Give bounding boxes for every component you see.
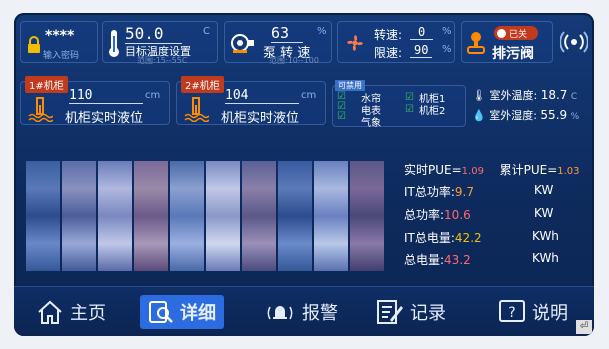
cabinet2-label: 机柜实时液位 [221,111,300,126]
enable-check-column: ☑ ☑ ☑ [337,91,346,122]
total-pue-label: 累计PUE= [499,163,558,177]
password-stars: **** [45,28,75,44]
enable-panel: 可禁用 ☑ ☑ ☑ 水帘 电表 气象 ☑ ☑ 机柜1 机柜2 [332,80,466,129]
pump-icon [231,34,254,53]
outdoor-hum-value: 55.9 [540,108,568,122]
drain-valve-toggle[interactable]: 已关 [494,26,538,40]
fan-panel[interactable]: 转速: 0 % 限速: 90 % [337,21,455,63]
hmi-screen: **** 输入密码 50.0 C 目标温度设置 范围:15--55C 63 % … [14,13,594,336]
cabinet2-tag: 2#机柜 [181,76,224,93]
nav-record[interactable]: 记录 [376,295,446,329]
nav-home[interactable]: 主页 [36,295,106,329]
humidity-icon: 💧 [472,109,486,122]
nav-help[interactable]: ? 说明 [498,295,568,329]
total-power-unit: KW [534,206,554,220]
total-energy-value: 43.2 [444,253,471,267]
fan-limit-label: 限速: [374,46,403,60]
fan-limit-unit: % [442,44,452,55]
total-power-row: 总功率:10.6 KW [404,206,590,228]
password-label: 输入密码 [43,51,80,61]
valve-icon [467,32,485,54]
nav-detail[interactable]: 详细 [140,295,224,329]
outdoor-temp-value: 18.7 [540,88,568,102]
level-icon [28,97,53,122]
it-power-row: IT总功率:9.7 KW [404,183,590,205]
it-energy-label: IT总电量: [404,231,455,245]
outdoor-hum-unit: % [570,112,580,122]
cabinet1-value: 110 [69,88,143,104]
cabinet1-panel: 1#机柜 110 cm 机柜实时液位 [20,76,170,126]
pump-speed-range: 范围:10--100 [269,56,319,65]
lock-icon [28,36,40,53]
fan-limit-value[interactable]: 90 [410,43,433,58]
total-power-value: 10.6 [444,208,471,222]
total-energy-row: 总电量:43.2 KWh [404,251,590,273]
total-power-label: 总功率: [404,208,445,222]
it-power-label: IT总功率: [404,185,455,199]
pixelated-region [26,161,396,271]
it-power-value: 9.7 [454,185,475,199]
cabinet1-tag: 1#机柜 [25,76,68,93]
drain-valve-label: 排污阀 [492,46,534,62]
password-panel[interactable]: **** 输入密码 [20,21,98,63]
home-icon [38,300,62,324]
cabinet2-panel: 2#机柜 104 cm 机柜实时液位 [176,76,326,126]
outdoor-temp-label: 室外温度: [489,89,538,102]
it-energy-row: IT总电量:42.2 KWh [404,229,590,251]
cabinet2-value: 104 [225,88,299,104]
enable-item-cab2[interactable]: 机柜2 [419,102,445,117]
enable-item-weather[interactable]: 气象 [361,114,381,129]
drain-valve-panel[interactable]: 已关 排污阀 [461,21,553,63]
pump-speed-value[interactable]: 63 [271,24,304,43]
magnifier-icon [149,301,173,323]
pump-speed-unit: % [317,26,327,37]
total-energy-label: 总电量: [404,253,445,267]
total-pue-value: 1.03 [557,166,580,177]
outdoor-hum-label: 室外湿度: [489,109,537,122]
it-power-unit: KW [534,183,554,197]
fan-icon [347,35,363,51]
back-corner-icon[interactable]: ⏎ [576,320,592,334]
realtime-pue-label: 实时PUE= [404,163,462,177]
cabinet1-unit: cm [145,90,161,101]
nav-alarm[interactable]: 报警 [264,295,338,329]
outdoor-temp-unit: C [570,92,578,102]
realtime-pue-value: 1.09 [461,166,484,177]
target-temp-value[interactable]: 50.0 [125,24,182,44]
toggle-knob [497,28,506,38]
thermometer-icon [109,30,119,57]
it-energy-value: 42.2 [454,231,482,245]
edit-record-icon [377,300,403,324]
fan-speed-value: 0 [410,25,434,40]
wireless-icon[interactable] [559,29,589,55]
outdoor-temp-icon: 🌡 [472,89,486,102]
bottom-nav: 主页 详细 报警 记录 ? 说明 ⏎ [14,286,594,336]
outdoor-panel: 🌡 室外温度: 18.7 C 💧 室外湿度: 55.9 % [472,85,590,127]
level-icon [184,97,209,122]
cabinet2-unit: cm [301,90,317,101]
target-temp-range: 范围:15--55C [137,56,188,65]
bell-icon [267,306,293,320]
help-icon: ? [499,300,525,322]
target-temp-panel[interactable]: 50.0 C 目标温度设置 范围:15--55C [102,21,218,65]
it-energy-unit: KWh [532,229,559,243]
fan-speed-unit: % [442,26,452,37]
target-temp-unit: C [203,26,210,37]
total-energy-unit: KWh [532,251,559,265]
svg-text:?: ? [508,305,515,321]
fan-speed-label: 转速: [374,28,403,42]
pump-speed-panel[interactable]: 63 % 泵 转 速 范围:10--100 [224,21,332,65]
pue-row: 实时PUE=1.09 累计PUE=1.03 [404,161,590,183]
cabinet1-label: 机柜实时液位 [65,111,144,126]
enable-check-cab: ☑ ☑ [405,92,414,115]
